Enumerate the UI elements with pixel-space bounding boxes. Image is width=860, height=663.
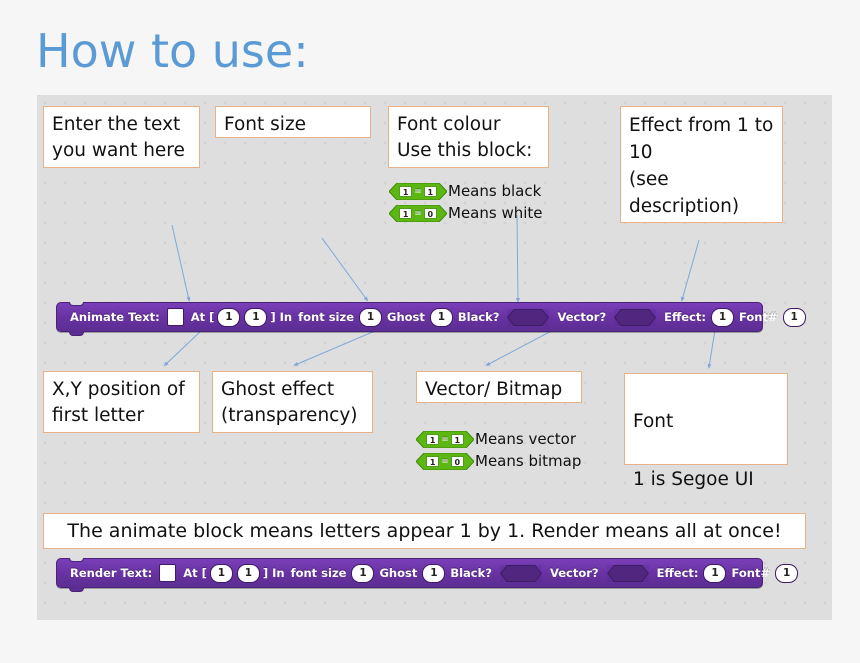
legend-bitmap: 1 = 0 Means bitmap [416, 453, 581, 470]
legend-colour-black: 1 = 1 Means black [389, 183, 541, 200]
effect-label: Effect: [664, 310, 707, 324]
animate-text-block[interactable]: Animate Text: At [ 1 1 ] In font size 1 … [56, 302, 806, 336]
legend-caption: Means black [448, 182, 542, 200]
bracket-close: ] [270, 310, 276, 324]
callout-font-colour: Font colour Use this block: [388, 106, 549, 168]
operator-symbol: = [414, 208, 422, 219]
callout-vector-bitmap: Vector/ Bitmap [416, 371, 582, 403]
operand-right[interactable]: 0 [423, 208, 437, 219]
y-position-slot[interactable]: 1 [244, 307, 268, 327]
callout-font-size: Font size [215, 106, 371, 138]
operand-right[interactable]: 1 [423, 186, 437, 197]
operator-symbol: = [414, 186, 422, 197]
operator-equals-block[interactable]: 1 = 1 [389, 183, 447, 200]
font-number-label: Font# [739, 310, 778, 324]
ghost-slot[interactable]: 1 [422, 563, 446, 583]
operator-symbol: = [441, 456, 449, 467]
legend-caption: Means bitmap [475, 452, 582, 470]
effect-label: Effect: [656, 566, 699, 580]
at-label: At [190, 310, 206, 324]
ghost-slot[interactable]: 1 [429, 307, 453, 327]
callout-effect: Effect from 1 to 10 (see description) [620, 106, 783, 223]
in-label: In [279, 310, 293, 324]
font-size-label: font size [298, 310, 354, 324]
operator-symbol: = [441, 434, 449, 445]
callout-font: Font 1 is Segoe UI 2 is MV Boli [624, 373, 788, 548]
font-size-slot[interactable]: 1 [351, 563, 375, 583]
vector-boolean-slot[interactable] [606, 564, 649, 582]
callout-font-title: Font [633, 411, 674, 432]
slide-root: How to use: Enter the text you want here… [0, 0, 860, 663]
bracket-open: [ [209, 310, 215, 324]
ghost-label: Ghost [387, 310, 425, 324]
page-title: How to use: [36, 24, 309, 78]
effect-slot[interactable]: 1 [711, 307, 735, 327]
vector-label: Vector? [557, 310, 607, 324]
black-boolean-slot[interactable] [507, 308, 550, 326]
effect-slot[interactable]: 1 [703, 563, 727, 583]
black-label: Black? [457, 310, 500, 324]
operand-right[interactable]: 0 [450, 456, 464, 467]
legend-colour-white: 1 = 0 Means white [389, 205, 543, 222]
callout-xy-position: X,Y position of first letter [43, 371, 200, 433]
block-editor-canvas: Enter the text you want here Font size F… [37, 95, 832, 620]
font-size-label: font size [290, 566, 347, 580]
operand-left[interactable]: 1 [426, 434, 440, 445]
at-label: At [183, 566, 198, 580]
in-label: In [272, 566, 285, 580]
render-text-block[interactable]: Render Text: At [ 1 1 ] In font size 1 G… [56, 558, 799, 592]
font-number-slot[interactable]: 1 [782, 307, 806, 327]
operand-left[interactable]: 1 [426, 456, 440, 467]
legend-vector: 1 = 1 Means vector [416, 431, 576, 448]
callout-ghost-effect: Ghost effect (transparency) [212, 371, 373, 433]
operator-equals-block[interactable]: 1 = 0 [416, 453, 474, 470]
animate-vs-render-note: The animate block means letters appear 1… [43, 513, 806, 549]
operand-left[interactable]: 1 [399, 208, 413, 219]
font-number-slot[interactable]: 1 [775, 563, 799, 583]
block-name-label: Animate Text: [70, 310, 160, 324]
font-number-label: Font# [731, 566, 771, 580]
vector-boolean-slot[interactable] [614, 308, 657, 326]
operand-right[interactable]: 1 [450, 434, 464, 445]
font-size-slot[interactable]: 1 [359, 307, 382, 327]
ghost-label: Ghost [379, 566, 418, 580]
x-position-slot[interactable]: 1 [217, 307, 241, 327]
text-input-slot[interactable] [166, 308, 184, 326]
bracket-close: ] [262, 566, 269, 580]
black-label: Black? [450, 566, 492, 580]
legend-caption: Means vector [475, 430, 577, 448]
operand-left[interactable]: 1 [399, 186, 413, 197]
operator-equals-block[interactable]: 1 = 1 [416, 431, 474, 448]
bracket-open: [ [201, 566, 207, 580]
callout-font-line1: 1 is Segoe UI [633, 469, 754, 490]
y-position-slot[interactable]: 1 [236, 563, 260, 583]
callout-enter-text: Enter the text you want here [43, 106, 200, 168]
operator-equals-block[interactable]: 1 = 0 [389, 205, 447, 222]
black-boolean-slot[interactable] [499, 564, 542, 582]
x-position-slot[interactable]: 1 [209, 563, 233, 583]
vector-label: Vector? [549, 566, 599, 580]
text-input-slot[interactable] [159, 564, 177, 582]
legend-caption: Means white [448, 204, 543, 222]
block-name-label: Render Text: [70, 566, 153, 580]
